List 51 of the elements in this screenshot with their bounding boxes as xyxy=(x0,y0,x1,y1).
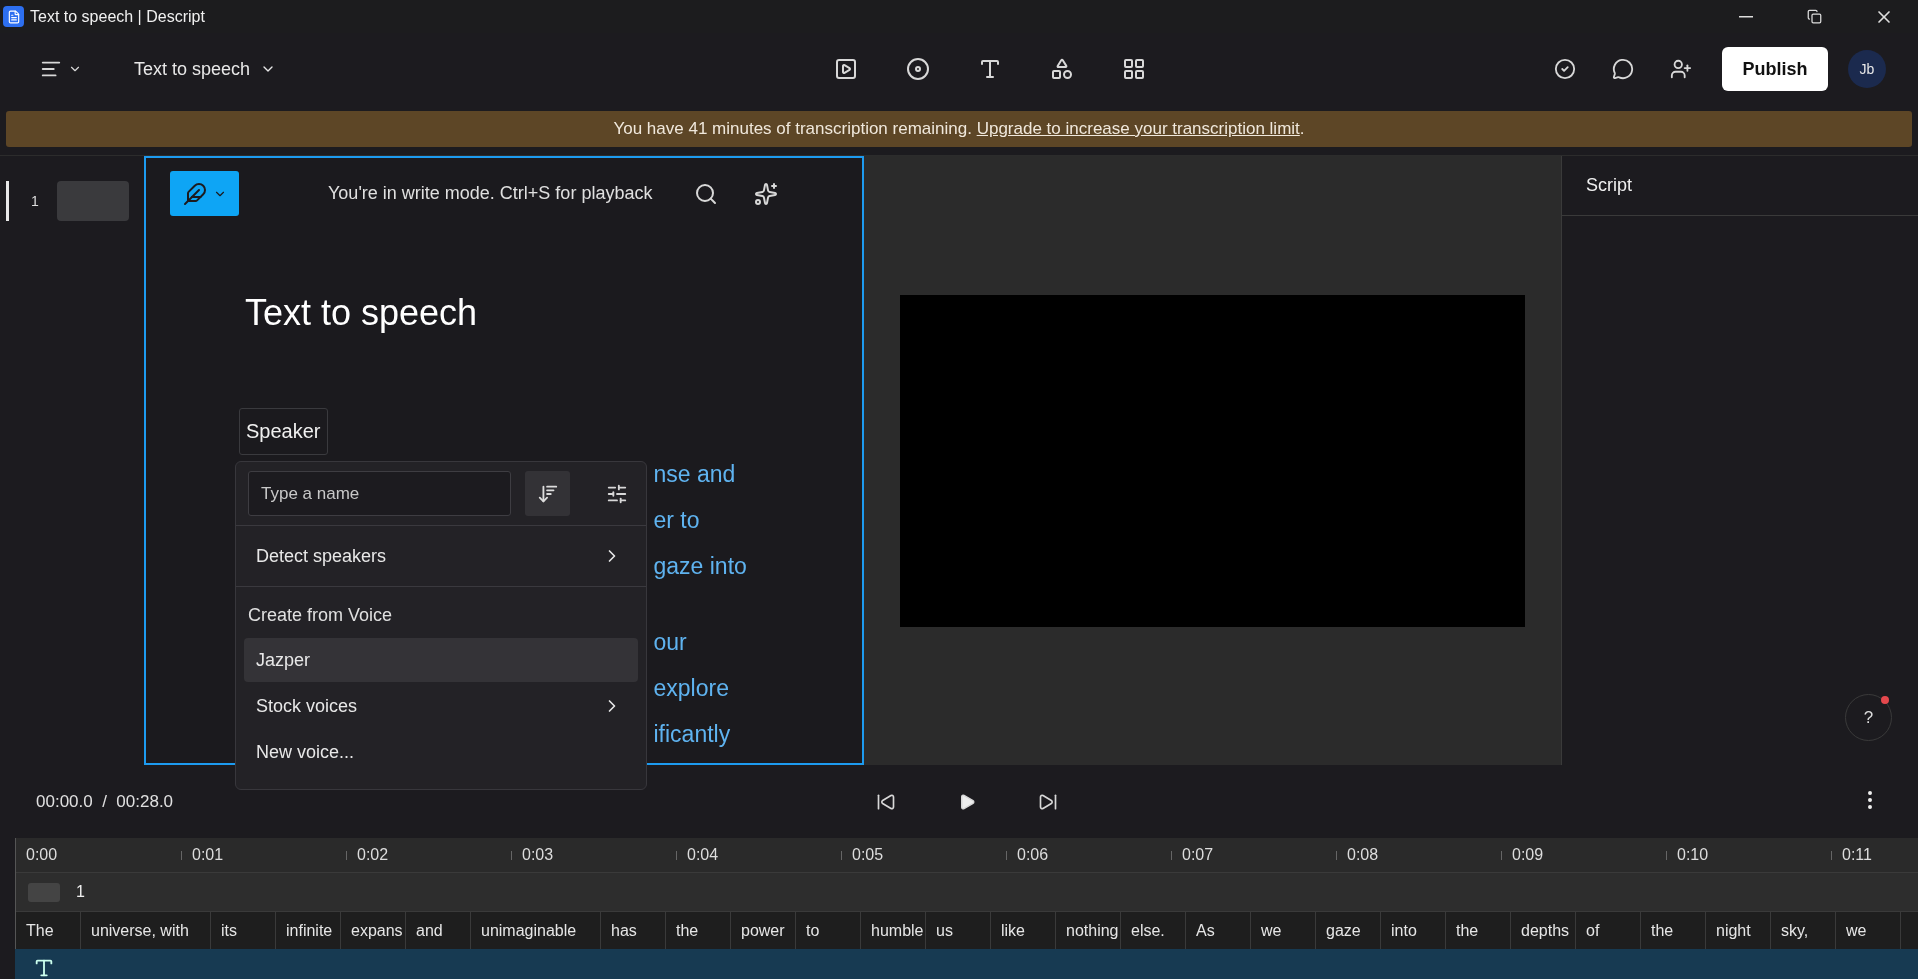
script-line: nse and xyxy=(653,460,737,489)
menu-item[interactable]: Detect speakers xyxy=(244,534,638,578)
script-line: our xyxy=(653,628,688,657)
menu-item[interactable]: Jazper xyxy=(244,638,638,682)
panel-title: Script xyxy=(1586,175,1632,196)
sort-button[interactable] xyxy=(525,471,570,516)
write-mode-button[interactable] xyxy=(170,171,239,216)
restore-icon xyxy=(1807,9,1822,24)
menu-item-label: Jazper xyxy=(256,649,311,671)
menu-section-title: Create from Voice xyxy=(247,604,394,627)
name-search-field[interactable]: Type a name xyxy=(248,471,512,516)
ruler-label: 0:09 xyxy=(1512,846,1544,864)
window-title: Text to speech | Descript xyxy=(30,7,206,26)
project-title-button[interactable]: Text to speech xyxy=(128,57,283,81)
script-line: ificantly xyxy=(653,720,732,749)
ruler-label: 0:10 xyxy=(1677,846,1709,864)
minimize-icon xyxy=(1738,15,1753,18)
ruler-label: 0:00 xyxy=(25,846,58,864)
ruler-label: 0:08 xyxy=(1347,846,1379,864)
menu-item-label: New voice... xyxy=(256,741,355,763)
app-icon xyxy=(3,6,24,27)
menu-item[interactable]: New voice... xyxy=(244,730,638,774)
ruler-label: 0:04 xyxy=(687,846,719,864)
notification-dot xyxy=(1881,696,1889,704)
menu-item-label: Stock voices xyxy=(256,695,358,717)
scene-number: 1 xyxy=(31,193,39,209)
menu-item[interactable]: Stock voices xyxy=(244,684,638,728)
feather-icon xyxy=(182,181,207,206)
ruler-label: 0:02 xyxy=(357,846,389,864)
script-line: explore xyxy=(653,674,730,703)
menu-item-label: Detect speakers xyxy=(256,545,387,567)
upgrade-link[interactable]: Upgrade to increase your transcription limit xyxy=(976,119,1300,138)
ruler-label: 0:03 xyxy=(522,846,554,864)
help-button[interactable]: ? xyxy=(1845,694,1892,741)
script-line: er to xyxy=(653,506,701,535)
ruler-label: 0:05 xyxy=(852,846,884,864)
scene-item[interactable]: 1 xyxy=(6,181,137,221)
text-track-icon xyxy=(33,957,55,979)
ruler-label: 0:07 xyxy=(1182,846,1214,864)
document-heading: Text to speech xyxy=(245,291,479,335)
playback-time: 00:00.0 / 00:28.0 xyxy=(36,791,174,812)
ruler-label: 0:11 xyxy=(1842,846,1872,864)
ruler-label: 0:06 xyxy=(1017,846,1049,864)
track-number: 1 xyxy=(76,883,85,901)
speaker-label[interactable]: Speaker xyxy=(239,408,328,455)
mode-hint: You're in write mode. Ctrl+S for playback xyxy=(328,183,653,204)
ruler-label: 0:01 xyxy=(192,846,224,864)
publish-button[interactable]: Publish xyxy=(1722,47,1828,91)
user-avatar[interactable]: Jb xyxy=(1848,50,1886,88)
script-line: gaze into xyxy=(653,552,747,581)
banner-message: You have 41 minutes of transcription remaining. Upgrade to increase your transcription limit. xyxy=(613,119,1305,139)
